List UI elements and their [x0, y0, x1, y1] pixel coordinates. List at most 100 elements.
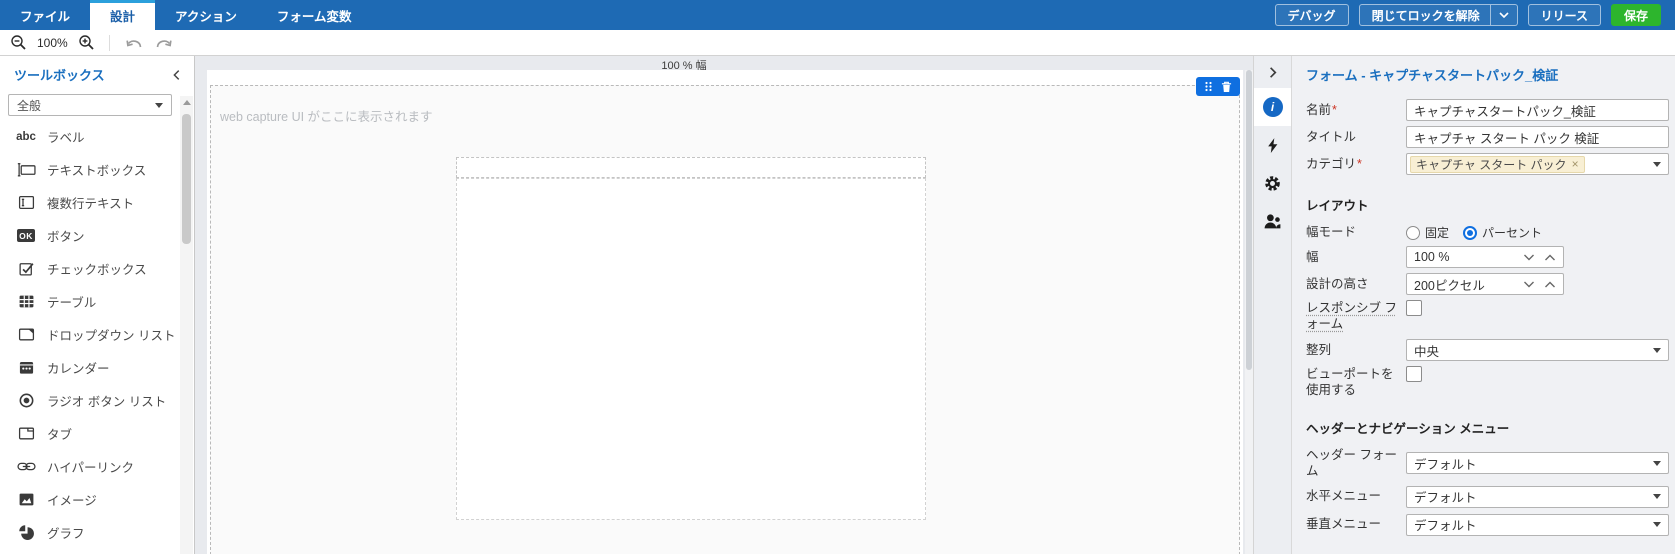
- toolbox-item[interactable]: ラジオ ボタン リスト: [0, 384, 194, 417]
- toolbox-item[interactable]: テーブル: [0, 285, 194, 318]
- menu-actions: デバッグ 閉じてロックを解除 リリース 保存: [1275, 0, 1675, 30]
- scrollbar-thumb[interactable]: [182, 114, 191, 244]
- toolbox-item[interactable]: OK ボタン: [0, 219, 194, 252]
- info-icon: i: [1263, 97, 1283, 117]
- toolbox-item[interactable]: テキストボックス: [0, 153, 194, 186]
- toolbox-item[interactable]: ドロップダウン リスト: [0, 318, 194, 351]
- category-multiselect[interactable]: キャプチャ スタート パック: [1406, 153, 1669, 175]
- form-row-element[interactable]: [456, 157, 926, 178]
- use-viewport-checkbox[interactable]: [1406, 366, 1422, 382]
- align-dropdown[interactable]: 中央: [1406, 339, 1669, 361]
- caret-down-icon: [1653, 494, 1661, 499]
- radio-option-percent[interactable]: パーセント: [1463, 224, 1542, 241]
- toolbox-item-label: ボタン: [47, 226, 85, 245]
- collapse-left-icon[interactable]: [170, 68, 184, 82]
- responsive-form-checkbox[interactable]: [1406, 300, 1422, 316]
- abc-label-icon: abc: [16, 131, 36, 143]
- tab-actions[interactable]: [1254, 126, 1291, 164]
- name-field[interactable]: キャプチャスタートパック_検証: [1406, 99, 1669, 121]
- menu-tab-file[interactable]: ファイル: [0, 0, 90, 30]
- tab-icon: [16, 425, 36, 442]
- stepper-up-icon[interactable]: [1544, 281, 1556, 288]
- radio-selected-icon[interactable]: [1463, 226, 1477, 240]
- zoom-out-icon[interactable]: [10, 34, 27, 51]
- toolbox-category-select[interactable]: 全般: [8, 94, 172, 116]
- horizontal-menu-dropdown[interactable]: デフォルト: [1406, 486, 1669, 508]
- menu-bar: ファイル 設計 アクション フォーム変数 デバッグ 閉じてロックを解除 リリース…: [0, 0, 1675, 30]
- toolbox-item-label: テーブル: [47, 292, 96, 311]
- debug-button[interactable]: デバッグ: [1275, 4, 1349, 26]
- header-form-dropdown[interactable]: デフォルト: [1406, 452, 1669, 474]
- button-icon: OK: [16, 229, 36, 242]
- scroll-up-icon[interactable]: [183, 100, 191, 105]
- toolbox-item-label: ハイパーリンク: [47, 457, 134, 476]
- menu-tab-design[interactable]: 設計: [90, 0, 155, 30]
- radio-button-icon: [16, 392, 36, 409]
- toolbox-item[interactable]: 複数行テキスト: [0, 186, 194, 219]
- undo-icon[interactable]: [124, 36, 144, 50]
- release-button[interactable]: リリース: [1528, 4, 1601, 26]
- menu-tab-action[interactable]: アクション: [155, 0, 257, 30]
- toolbox-item[interactable]: カレンダー: [0, 351, 194, 384]
- tab-permissions[interactable]: [1254, 202, 1291, 240]
- stepper-down-icon[interactable]: [1523, 281, 1535, 288]
- menu-tab-form-variables[interactable]: フォーム変数: [257, 0, 372, 30]
- align-field-label: 整列: [1306, 342, 1406, 358]
- remove-tag-icon[interactable]: [1572, 158, 1579, 170]
- chevron-down-icon[interactable]: [1491, 12, 1517, 18]
- calendar-icon: [16, 359, 36, 376]
- properties-tab-strip: i: [1253, 56, 1291, 554]
- collapse-right-icon[interactable]: [1254, 56, 1291, 88]
- form-page[interactable]: web capture UI がここに表示されます: [207, 70, 1243, 554]
- menu-tabs: ファイル 設計 アクション フォーム変数: [0, 0, 372, 30]
- vertical-menu-dropdown[interactable]: デフォルト: [1406, 514, 1669, 536]
- save-button[interactable]: 保存: [1611, 4, 1661, 26]
- toolbox-item[interactable]: グラフ: [0, 516, 194, 549]
- toolbox-item[interactable]: abcラベル: [0, 120, 194, 153]
- title-field[interactable]: キャプチャ スタート パック 検証: [1406, 126, 1669, 148]
- align-value: 中央: [1414, 341, 1439, 360]
- toolbox-scrollbar[interactable]: [180, 96, 193, 554]
- trash-icon[interactable]: [1221, 81, 1232, 93]
- category-tag: キャプチャ スタート パック: [1410, 156, 1585, 173]
- web-capture-section[interactable]: web capture UI がここに表示されます: [210, 85, 1240, 554]
- stepper-down-icon[interactable]: [1523, 254, 1535, 261]
- width-field-label: 幅: [1306, 249, 1406, 265]
- people-icon: [1263, 212, 1282, 231]
- width-mode-radio-group: 固定 パーセント: [1406, 224, 1669, 241]
- close-unlock-button[interactable]: 閉じてロックを解除: [1359, 4, 1518, 26]
- header-form-value: デフォルト: [1414, 454, 1477, 473]
- tab-form-info[interactable]: i: [1254, 88, 1291, 126]
- scrollbar-thumb[interactable]: [1246, 70, 1252, 370]
- toolbox-item[interactable]: イメージ: [0, 483, 194, 516]
- toolbar-divider: [109, 35, 110, 51]
- caret-down-icon: [1653, 348, 1661, 353]
- width-stepper[interactable]: 100 %: [1406, 246, 1564, 268]
- form-body-element[interactable]: [456, 178, 926, 520]
- caret-down-icon: [1653, 461, 1661, 466]
- canvas-scrollbar[interactable]: [1245, 70, 1253, 554]
- toolbox-item[interactable]: タブ: [0, 417, 194, 450]
- canvas-toolbar: 100%: [0, 30, 1675, 56]
- drag-handle-icon[interactable]: [1204, 81, 1213, 92]
- design-height-stepper[interactable]: 200ピクセル: [1406, 273, 1564, 295]
- toolbox-header: ツールボックス: [0, 56, 194, 90]
- layout-section-heading: レイアウト: [1306, 195, 1669, 214]
- design-height-label: 設計の高さ: [1306, 276, 1406, 292]
- radio-icon[interactable]: [1406, 226, 1420, 240]
- caret-down-icon: [1653, 522, 1661, 527]
- toolbox-item-label: タブ: [47, 424, 72, 443]
- radio-option-label: パーセント: [1482, 224, 1542, 241]
- toolbox-item[interactable]: チェックボックス: [0, 252, 194, 285]
- radio-option-fixed[interactable]: 固定: [1406, 224, 1449, 241]
- hyperlink-icon: [16, 460, 36, 473]
- horizontal-menu-label: 水平メニュー: [1306, 488, 1406, 504]
- toolbox-item[interactable]: ハイパーリンク: [0, 450, 194, 483]
- stepper-up-icon[interactable]: [1544, 254, 1556, 261]
- zoom-in-icon[interactable]: [78, 34, 95, 51]
- zoom-level: 100%: [37, 36, 68, 50]
- redo-icon[interactable]: [154, 36, 174, 50]
- toolbox-item-label: ラジオ ボタン リスト: [47, 391, 166, 410]
- toolbox-item-label: カレンダー: [47, 358, 110, 377]
- tab-settings[interactable]: [1254, 164, 1291, 202]
